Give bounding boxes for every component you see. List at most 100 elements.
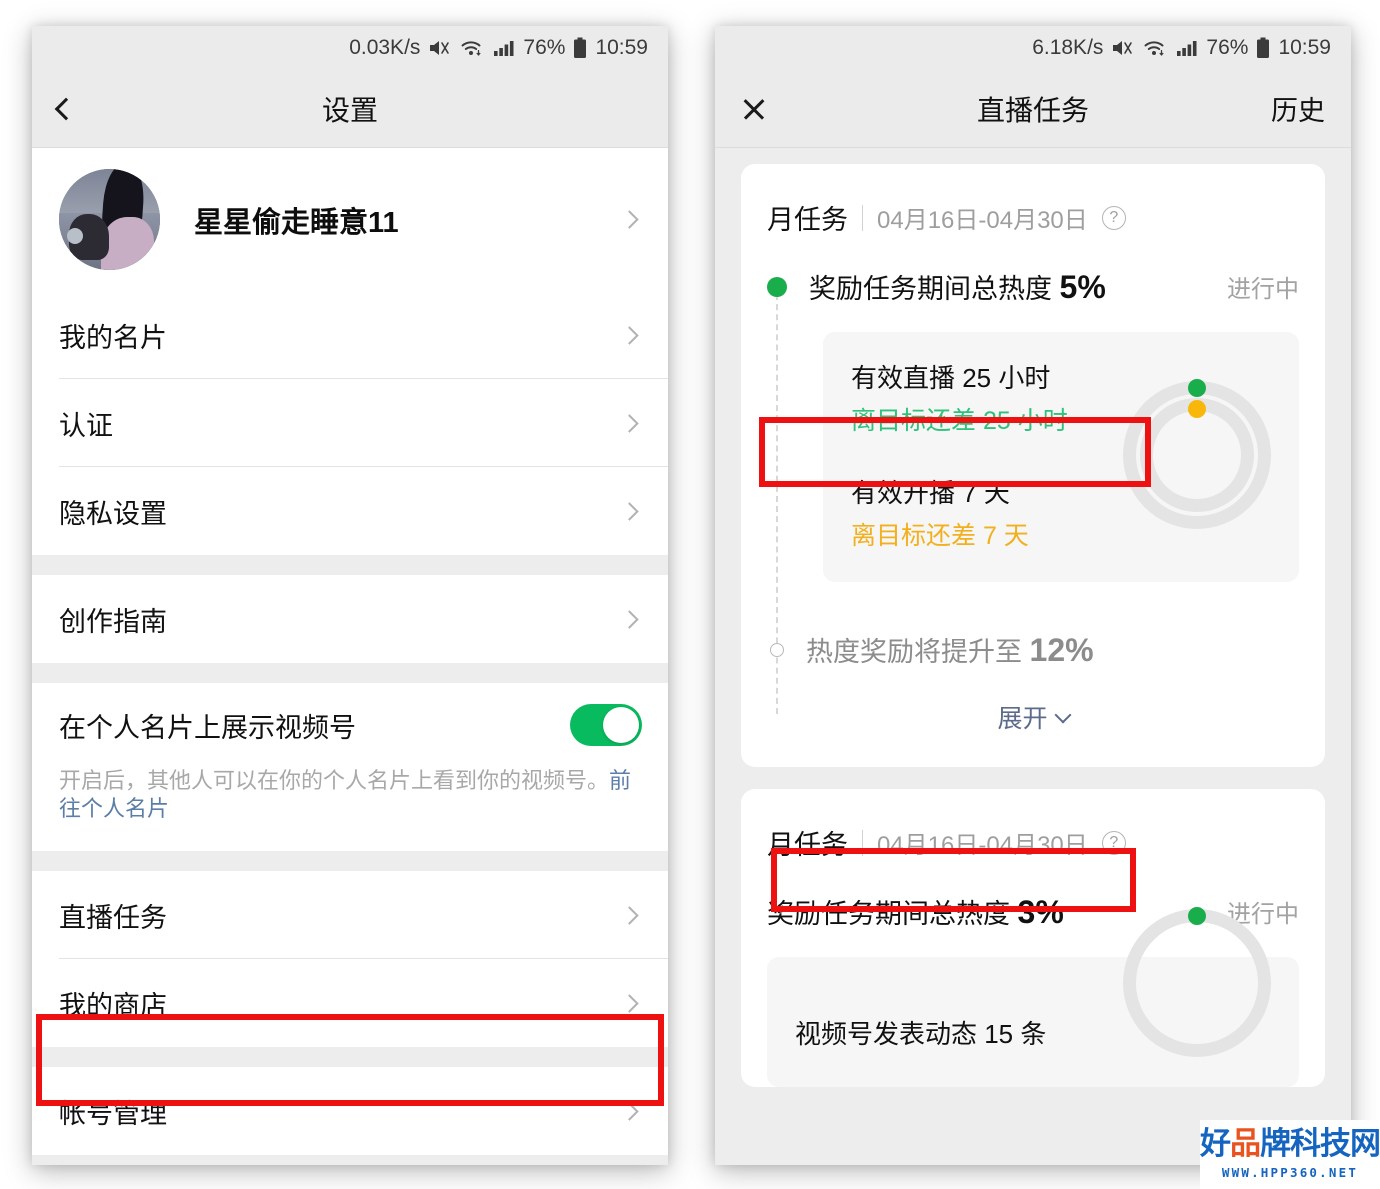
signal-icon [1176,38,1198,58]
metric-remaining: 离目标还差 25 小时 [851,407,1068,435]
task-row-value: 3% [1017,894,1064,930]
progress-donut-chart [1123,379,1271,529]
metric-column: 视频号发表动态 15 条 [795,1014,1123,1057]
profile-row[interactable]: 星星偷走睡意11 [32,148,668,291]
close-button[interactable] [741,96,767,122]
metric-title: 有效直播 25 小时 [851,363,1051,393]
donut-green-marker-icon [1188,379,1206,397]
list-item-label: 认证 [59,410,113,441]
sidebar-item-my-card[interactable]: 我的名片 [32,291,668,379]
chevron-right-icon [620,210,639,229]
chevron-right-icon [620,501,639,521]
watermark-char-1: 好 [1200,1126,1231,1162]
task-row-total-heat[interactable]: 奖励任务期间总热度 5% 进行中 [767,237,1299,328]
section-divider [32,1047,668,1068]
sidebar-item-my-store[interactable]: 我的商店 [32,959,668,1048]
back-button[interactable] [54,97,78,120]
expand-label: 展开 [997,705,1048,733]
page-title: 直播任务 [976,94,1089,126]
chevron-right-icon [620,906,639,925]
metric-column: 有效直播 25 小时 离目标还差 25 小时 有效开播 7 天 离目标还差 7 … [851,358,1123,552]
watermark-char-3: 牌 [1260,1126,1291,1162]
watermark-title: 好品牌科技网 [1200,1129,1380,1160]
task-kind-label: 月任务 [767,205,848,235]
profile-name: 星星偷走睡意11 [194,206,399,239]
section-divider [32,555,668,575]
network-speed: 6.18K/s [1032,36,1104,59]
green-dot-icon [767,276,787,297]
page-title: 设置 [321,94,378,126]
chevron-left-icon [54,97,78,120]
battery-percent: 76% [523,36,566,59]
network-speed: 0.03K/s [349,36,421,59]
list-item-label: 我的商店 [59,990,167,1021]
chevron-right-icon [620,413,639,433]
section-divider [32,663,668,683]
task-row-value: 12% [1029,632,1094,668]
list-item-label: 帐号管理 [59,1098,167,1129]
show-channel-toggle-row[interactable]: 在个人名片上展示视频号 [59,683,642,767]
site-watermark: 好品牌科技网 WWW.HPP360.NET [1200,1120,1380,1189]
status-bar-left: 0.03K/s 76% 10:59 [32,26,668,70]
sidebar-item-privacy[interactable]: 隐私设置 [32,467,668,555]
sidebar-item-account-management[interactable]: 帐号管理 [32,1067,668,1156]
metric-title: 视频号发表动态 15 条 [795,1019,1047,1049]
list-item-label: 我的名片 [59,322,167,353]
avatar [59,169,160,270]
show-channel-switch[interactable] [570,704,642,746]
task-card: 月任务 04月16日-04月30日 ? 奖励任务期间总热度 3% 进行中 视频号… [741,789,1325,1087]
battery-icon [573,37,587,59]
signal-icon [493,38,515,58]
battery-percent: 76% [1206,36,1249,59]
chevron-right-icon [620,994,639,1013]
screenshot-canvas: 0.03K/s 76% 10:59 设置 星星偷走睡意11 我的名片 认证 隐私… [0,0,1380,1189]
task-kind-label: 月任务 [767,830,848,860]
status-badge: 进行中 [1227,276,1299,303]
metric-panel: 有效直播 25 小时 离目标还差 25 小时 有效开播 7 天 离目标还差 7 … [823,332,1299,582]
question-mark-icon[interactable]: ? [1101,830,1126,855]
section-divider [32,851,668,872]
toggle-description: 开启后，其他人可以在你的个人名片上看到你的视频号。前往个人名片 [59,767,642,851]
task-row-heat-boost[interactable]: 热度奖励将提升至 12% [767,604,1299,687]
close-icon [741,96,767,122]
metric-remaining: 离目标还差 7 天 [851,522,1029,550]
history-button[interactable]: 历史 [1271,89,1325,128]
donut-track [1123,909,1271,1057]
toggle-description-text: 开启后，其他人可以在你的个人名片上看到你的视频号。 [59,768,610,793]
chevron-right-icon [620,1102,639,1121]
list-item-label: 创作指南 [59,606,167,637]
watermark-char-6: 网 [1350,1126,1380,1162]
sidebar-item-verification[interactable]: 认证 [32,379,668,467]
task-date-range: 04月16日-04月30日 [877,207,1088,234]
progress-donut-chart [1123,907,1271,1057]
task-row-value: 5% [1059,269,1106,305]
metric-panel: 视频号发表动态 15 条 [767,907,1299,1087]
watermark-url: WWW.HPP360.NET [1221,1165,1359,1180]
toggle-label: 在个人名片上展示视频号 [59,712,356,743]
chevron-right-icon [620,609,639,629]
chevron-right-icon [620,325,639,345]
watermark-char-2: 品 [1230,1126,1261,1162]
task-date-range: 04月16日-04月30日 [877,832,1088,859]
sidebar-item-live-task[interactable]: 直播任务 [32,871,668,960]
sidebar-item-creation-guide[interactable]: 创作指南 [32,575,668,663]
task-row-label: 热度奖励将提升至 12% [806,632,1094,668]
header-divider [862,829,863,856]
header-divider [862,204,863,231]
card-header: 月任务 04月16日-04月30日 ? [767,789,1299,862]
list-item-label: 直播任务 [59,902,167,933]
clock: 10:59 [1278,36,1331,59]
metric-title: 有效开播 7 天 [851,478,1010,508]
wifi-icon [1143,38,1168,58]
list-item-label: 隐私设置 [59,498,167,529]
watermark-char-5: 技 [1320,1126,1351,1162]
show-channel-on-card-block: 在个人名片上展示视频号 开启后，其他人可以在你的个人名片上看到你的视频号。前往个… [32,683,668,852]
expand-button[interactable]: 展开 [767,687,1299,767]
clock: 10:59 [595,36,648,59]
settings-list: 星星偷走睡意11 我的名片 认证 隐私设置 创作指南 在个人名片上展示视频号 开… [32,148,668,1165]
mute-icon [1111,38,1135,58]
watermark-char-4: 科 [1290,1126,1321,1162]
task-card: 月任务 04月16日-04月30日 ? 奖励任务期间总热度 5% 进行中 有效直… [741,164,1325,912]
question-mark-icon[interactable]: ? [1101,205,1126,230]
mute-icon [428,38,452,58]
